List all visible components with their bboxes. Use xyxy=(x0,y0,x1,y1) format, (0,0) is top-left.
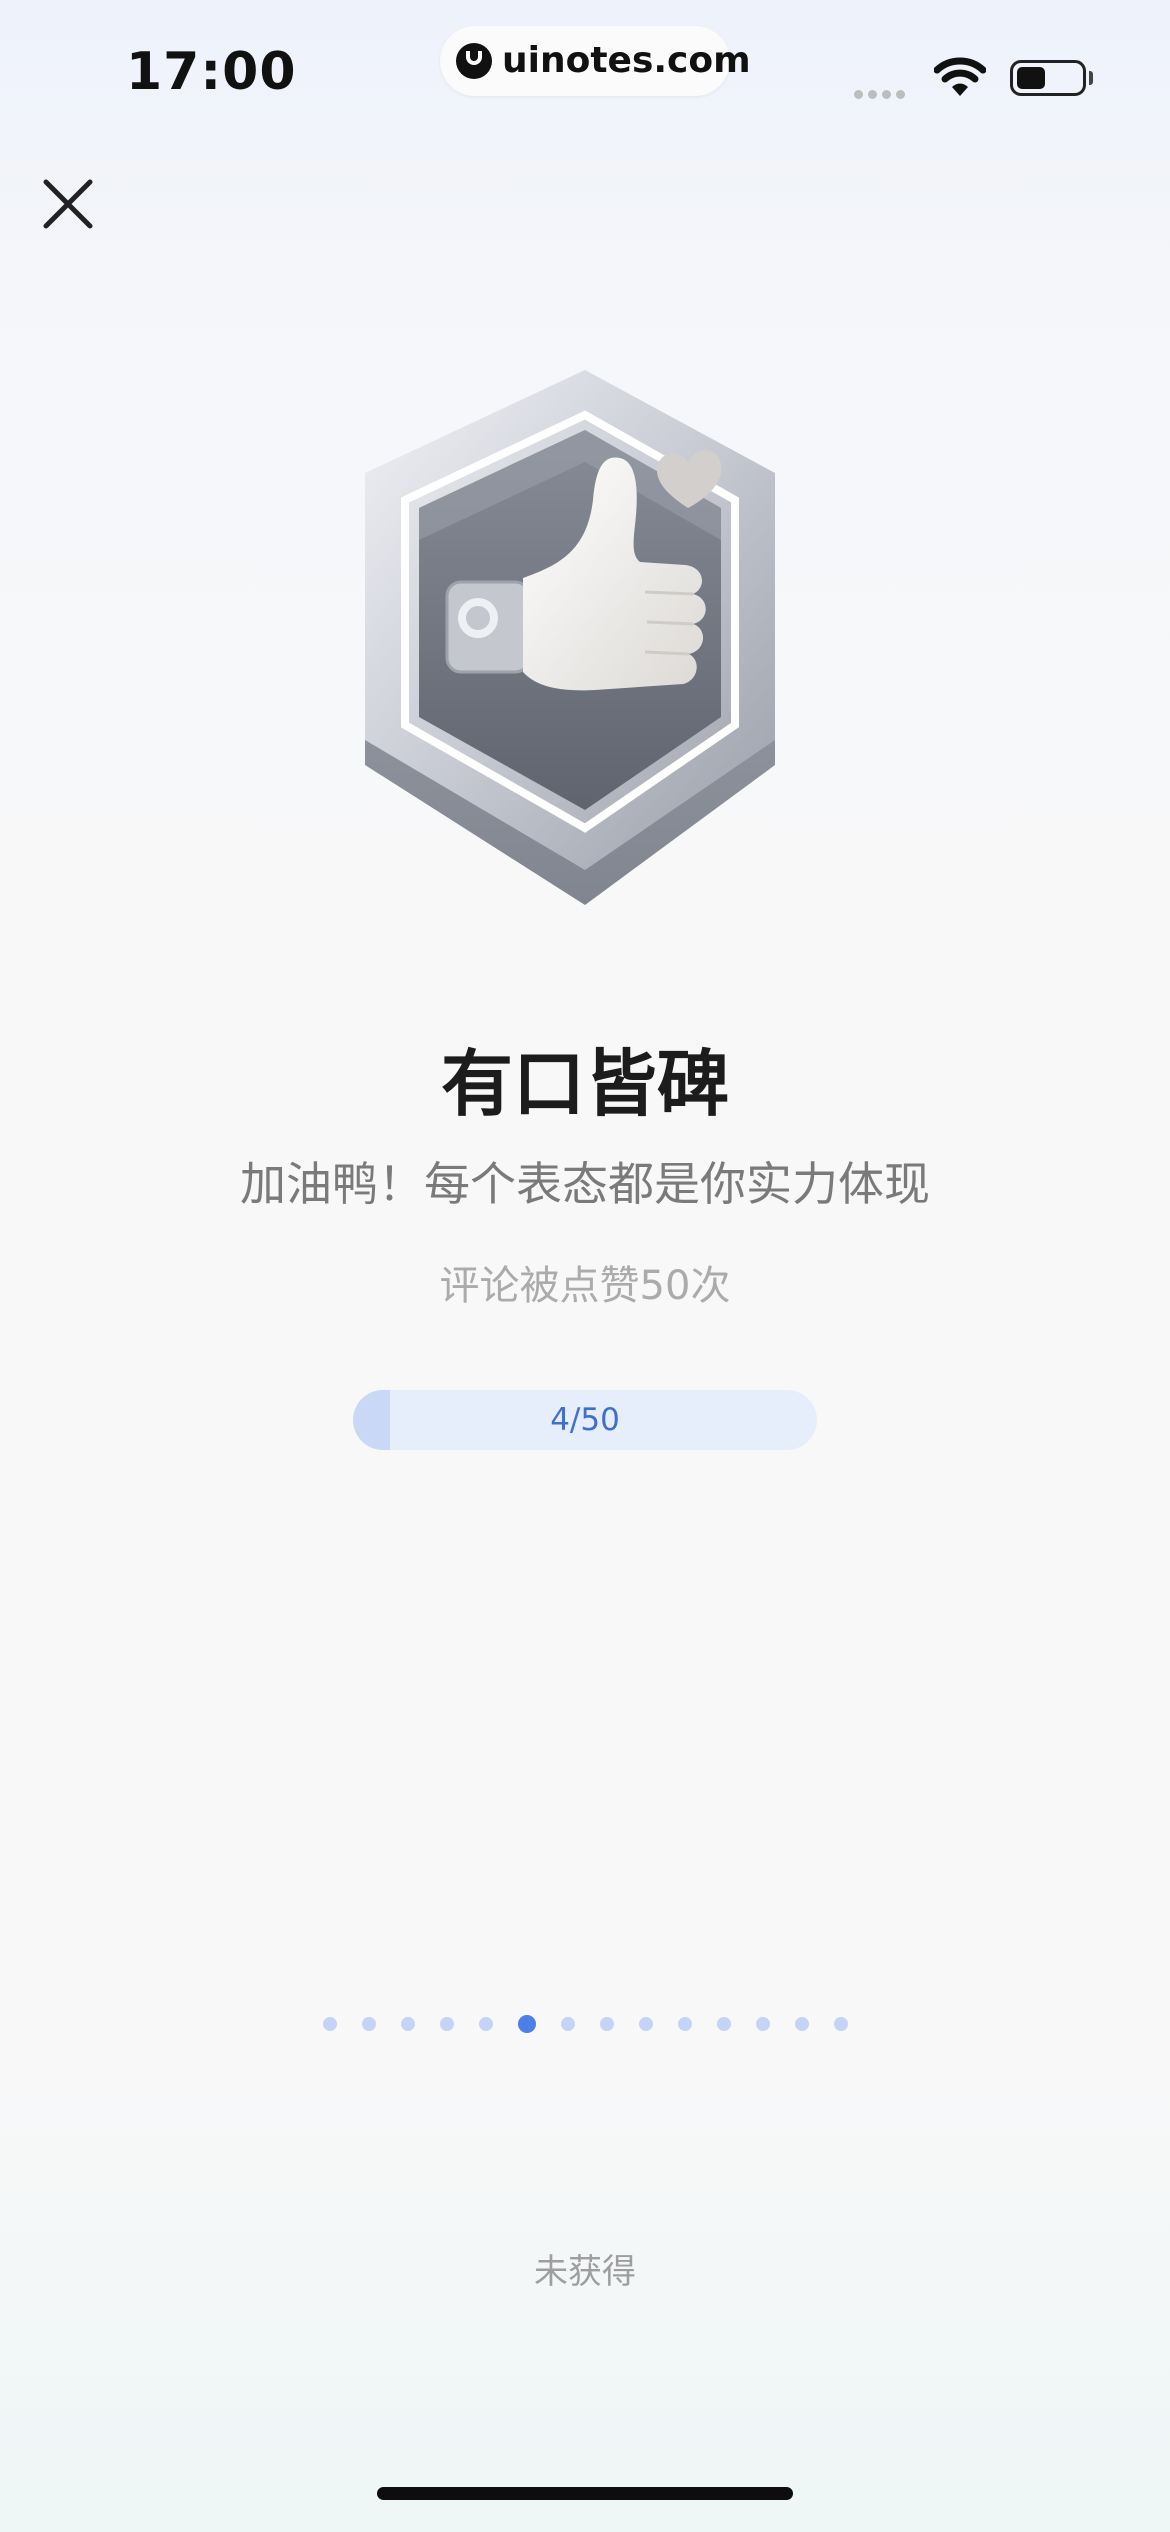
page-dot[interactable] xyxy=(716,2017,731,2031)
battery-icon xyxy=(1010,60,1086,96)
page-dot[interactable] xyxy=(478,2017,493,2031)
badge-subtitle: 加油鸭！每个表态都是你实力体现 xyxy=(240,1157,930,1211)
progress-bar: 4/50 xyxy=(353,1390,817,1450)
home-indicator[interactable] xyxy=(377,2487,793,2500)
badge-requirement: 评论被点赞50次 xyxy=(439,1263,731,1309)
url-text: uinotes.com xyxy=(502,40,751,81)
url-pill[interactable]: uinotes.com xyxy=(440,26,751,96)
status-label: 未获得 xyxy=(534,2252,636,2292)
page-dot[interactable] xyxy=(361,2017,376,2031)
page-dot[interactable] xyxy=(322,2017,337,2031)
status-bar: 17:00 uinotes.com xyxy=(0,0,1170,150)
page-dot[interactable] xyxy=(638,2017,653,2031)
wifi-icon xyxy=(934,57,986,96)
page-dot[interactable] xyxy=(677,2017,692,2031)
page-indicator xyxy=(0,2012,1170,2036)
progress-label: 4/50 xyxy=(550,1402,620,1438)
close-icon[interactable] xyxy=(36,172,100,236)
thumbs-up-badge-icon xyxy=(365,370,775,905)
status-time: 17:00 xyxy=(126,42,297,102)
page-dot[interactable] xyxy=(833,2017,848,2031)
page-dot[interactable] xyxy=(400,2017,415,2031)
battery-tip xyxy=(1089,71,1093,85)
page-dot-active[interactable] xyxy=(517,2015,536,2033)
badge-title: 有口皆碑 xyxy=(440,1042,729,1126)
page-dot[interactable] xyxy=(794,2017,809,2031)
page-dot[interactable] xyxy=(560,2017,575,2031)
site-logo-icon xyxy=(456,43,492,79)
page-dot[interactable] xyxy=(599,2017,614,2031)
page-dot[interactable] xyxy=(439,2017,454,2031)
cellular-signal-icon xyxy=(854,84,910,103)
page-dot[interactable] xyxy=(755,2017,770,2031)
